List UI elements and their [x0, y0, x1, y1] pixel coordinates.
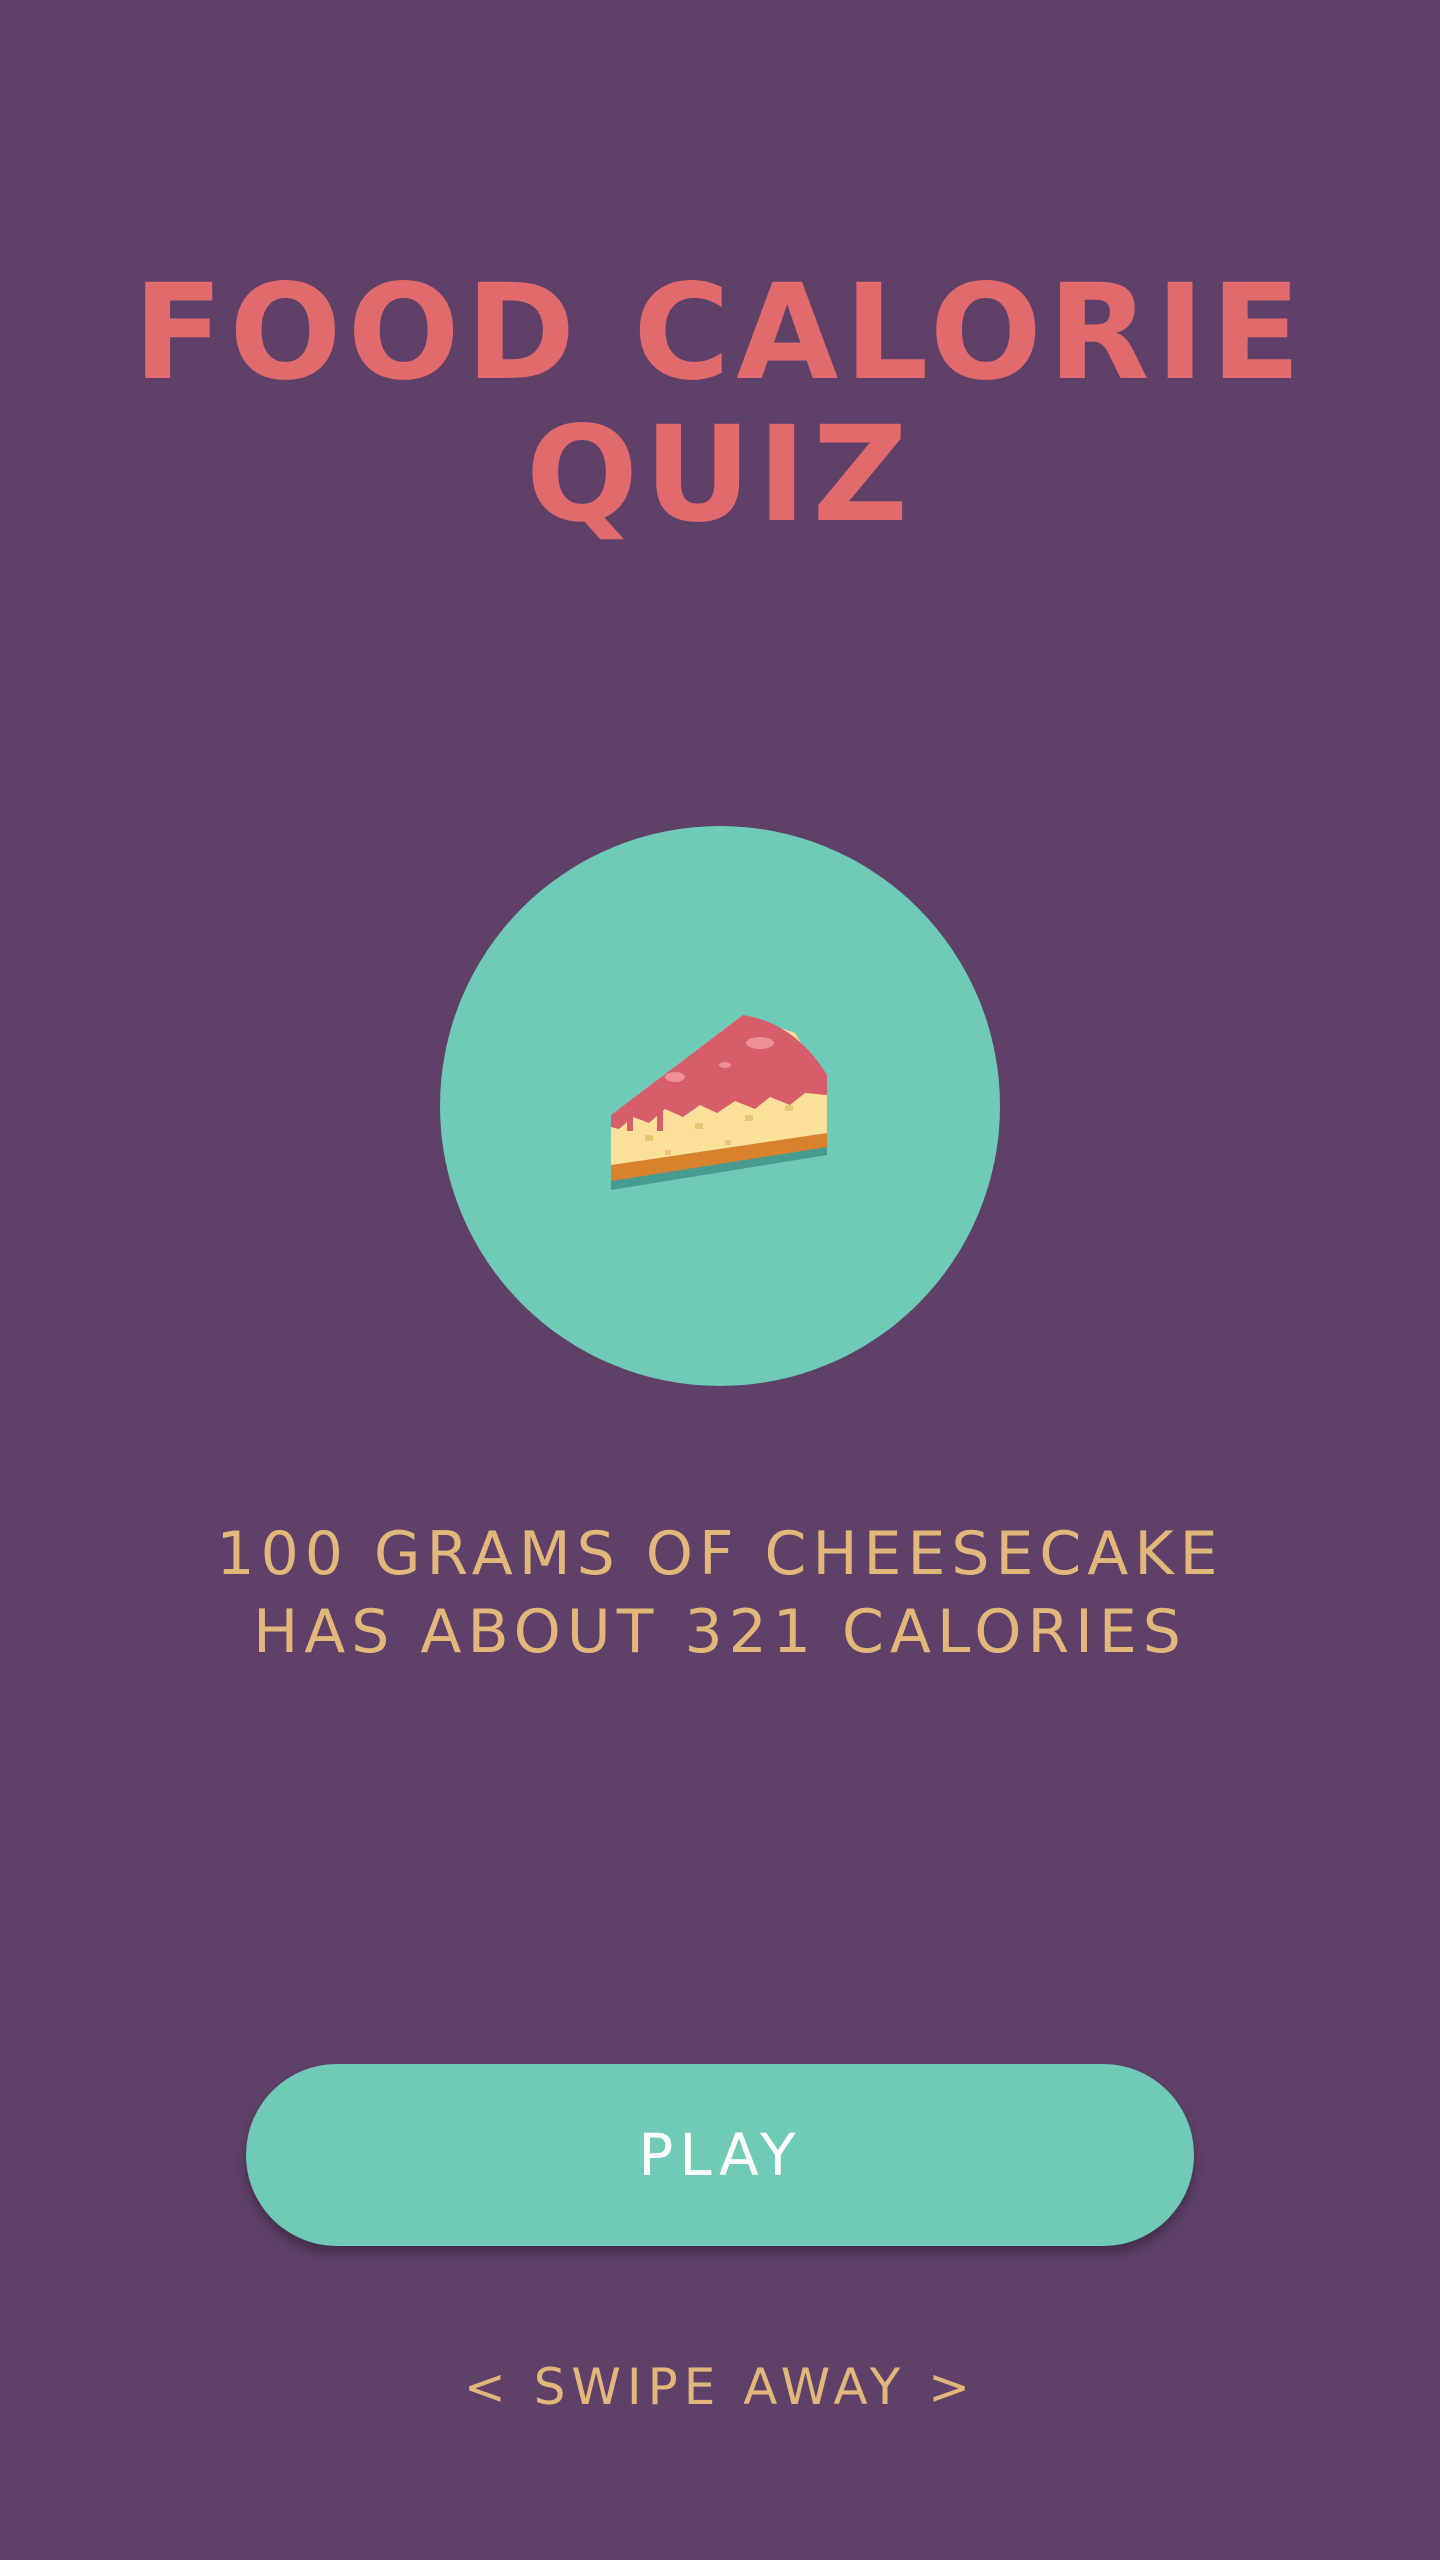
cheesecake-icon [611, 1015, 827, 1190]
fact-line-1: 100 GRAMS OF CHEESECAKE [216, 1519, 1224, 1589]
swipe-away-hint[interactable]: < SWIPE AWAY > [0, 2352, 1440, 2422]
title-line-2: QUIZ [525, 398, 915, 552]
page-title: FOOD CALORIE QUIZ [0, 262, 1440, 546]
title-line-1: FOOD CALORIE [133, 256, 1307, 410]
fact-line-2: HAS ABOUT 321 CALORIES [253, 1597, 1187, 1667]
calorie-fact: 100 GRAMS OF CHEESECAKE HAS ABOUT 321 CA… [0, 1515, 1440, 1671]
play-button[interactable]: PLAY [246, 2064, 1194, 2246]
